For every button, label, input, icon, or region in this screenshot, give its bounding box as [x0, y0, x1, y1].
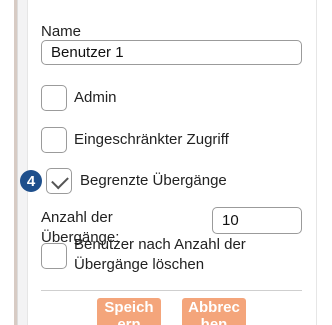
- restricted-access-label: Eingeschränkter Zugriff: [74, 131, 229, 148]
- transition-count-input[interactable]: [212, 207, 302, 234]
- limited-transitions-label: Begrenzte Übergänge: [80, 172, 227, 189]
- delete-user-label-line2: Übergänge löschen: [74, 256, 205, 273]
- save-button[interactable]: Speichern: [97, 298, 161, 325]
- admin-label: Admin: [74, 89, 117, 106]
- name-input[interactable]: [41, 40, 302, 65]
- limited-transitions-checkbox[interactable]: [46, 168, 72, 194]
- divider: [41, 290, 302, 291]
- step-number-badge: 4: [20, 170, 42, 192]
- cancel-button[interactable]: Abbrechen: [182, 298, 246, 325]
- delete-user-label-line1: Benutzer nach Anzahl der: [74, 236, 246, 253]
- delete-user-checkbox[interactable]: [41, 243, 67, 269]
- restricted-access-checkbox[interactable]: [41, 127, 67, 153]
- admin-checkbox[interactable]: [41, 85, 67, 111]
- name-label: Name: [41, 23, 82, 40]
